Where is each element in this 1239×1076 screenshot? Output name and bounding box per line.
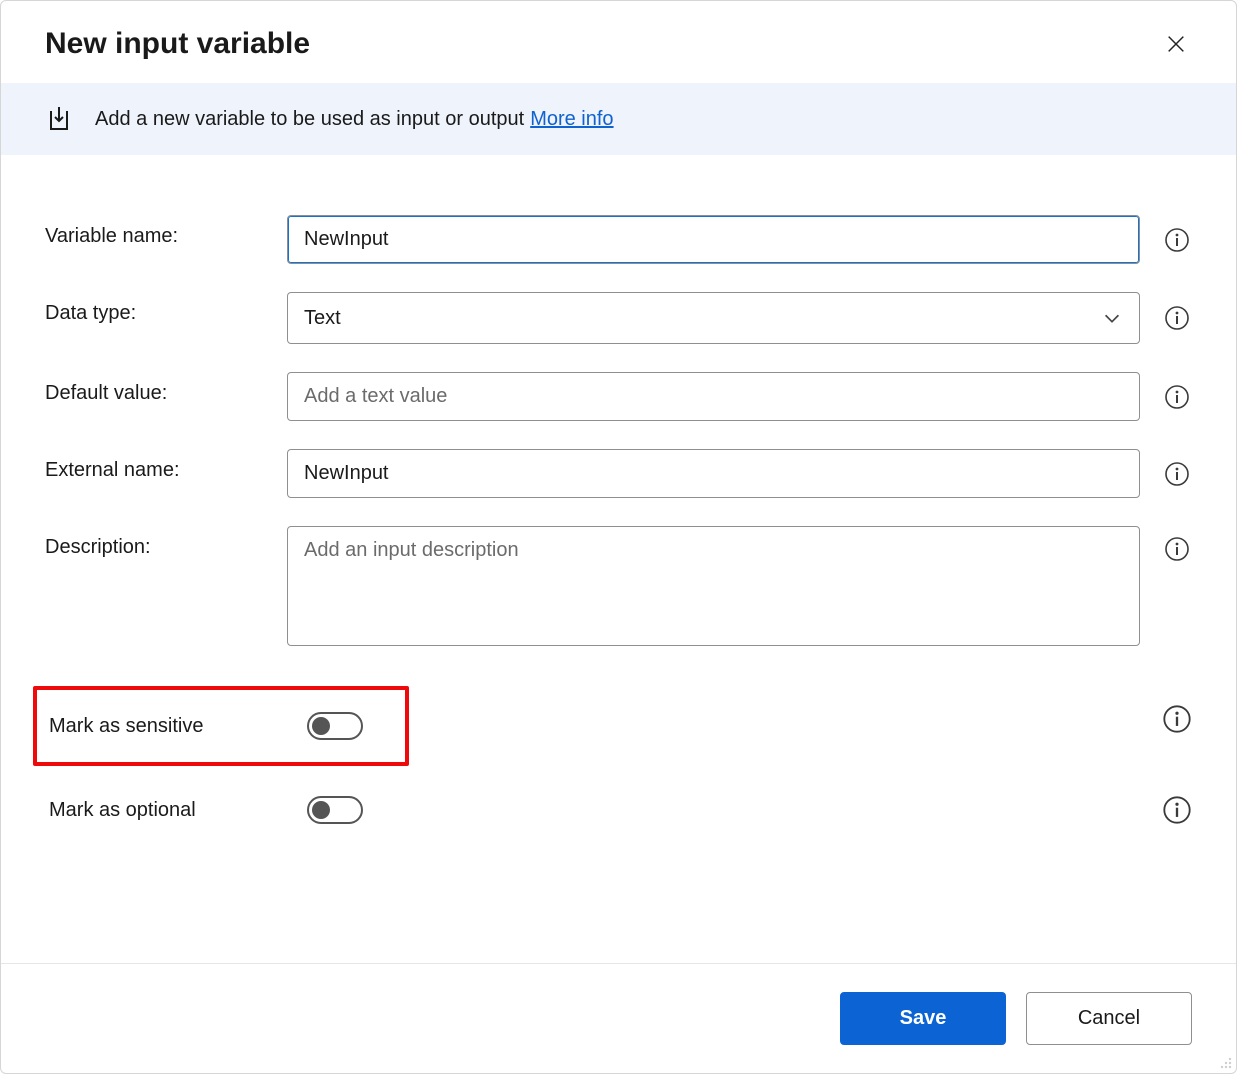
info-bar: Add a new variable to be used as input o… [1,83,1236,155]
variable-name-label: Variable name: [45,215,287,248]
mark-sensitive-row: Mark as sensitive [45,672,1192,766]
default-value-row: Default value: [45,372,1192,421]
data-type-label: Data type: [45,292,287,325]
toggle-knob [312,717,330,735]
mark-optional-info-button[interactable] [1162,795,1192,825]
data-type-value: Text [304,307,341,330]
info-icon [1164,305,1190,331]
mark-optional-label: Mark as optional [49,799,307,822]
save-button[interactable]: Save [840,992,1006,1045]
info-icon [1164,461,1190,487]
chevron-down-icon [1101,307,1123,329]
mark-optional-row: Mark as optional [45,786,1192,834]
mark-sensitive-toggle[interactable] [307,712,363,740]
data-type-select[interactable]: Text [287,292,1140,344]
variable-name-row: Variable name: [45,215,1192,264]
default-value-label: Default value: [45,372,287,405]
external-name-row: External name: [45,449,1192,498]
cancel-button[interactable]: Cancel [1026,992,1192,1045]
data-type-row: Data type: Text [45,292,1192,344]
variable-name-input[interactable] [287,215,1140,264]
info-icon [1162,795,1192,825]
close-button[interactable] [1160,28,1192,60]
data-type-info-button[interactable] [1162,303,1192,333]
info-bar-text: Add a new variable to be used as input o… [95,108,524,131]
description-info-button[interactable] [1162,534,1192,564]
external-name-input[interactable] [287,449,1140,498]
mark-sensitive-highlight: Mark as sensitive [33,686,409,766]
dialog-footer: Save Cancel [1,963,1236,1073]
mark-optional-toggle[interactable] [307,796,363,824]
default-value-info-button[interactable] [1162,382,1192,412]
mark-sensitive-info-button[interactable] [1162,704,1192,734]
dialog-body: Variable name: Data type: Text [1,155,1236,963]
mark-sensitive-label: Mark as sensitive [49,715,307,738]
info-icon [1162,704,1192,734]
external-name-info-button[interactable] [1162,459,1192,489]
input-variable-icon [45,105,73,133]
info-icon [1164,536,1190,562]
more-info-link[interactable]: More info [530,108,613,131]
default-value-input[interactable] [287,372,1140,421]
description-textarea[interactable] [287,526,1140,646]
new-input-variable-dialog: New input variable Add a new variable to… [0,0,1237,1074]
close-icon [1165,33,1187,55]
description-label: Description: [45,526,287,559]
info-icon [1164,384,1190,410]
description-row: Description: [45,526,1192,652]
dialog-header: New input variable [1,1,1236,83]
dialog-title: New input variable [45,27,1160,61]
toggle-knob [312,801,330,819]
variable-name-info-button[interactable] [1162,225,1192,255]
external-name-label: External name: [45,449,287,482]
info-icon [1164,227,1190,253]
